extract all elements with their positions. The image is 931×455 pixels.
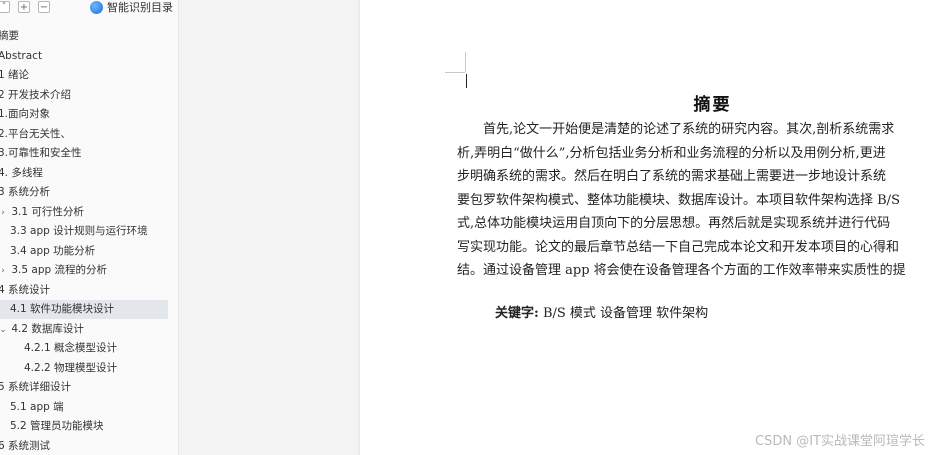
toc-item-label: 4 系统设计	[0, 283, 51, 296]
chevron-up-icon: ˆ	[1, 2, 7, 13]
toc-item-label: 5 系统详细设计	[0, 381, 72, 393]
toc-item[interactable]: › 3.1 可行性分析	[0, 203, 168, 222]
toc-item-label: 4.2 数据库设计	[11, 322, 84, 335]
toc-item[interactable]: 1.面向对象	[0, 105, 168, 124]
paragraph-line: 结。通过设备管理 app 将会使在设备管理各个方面的工作效率带来实质性的提	[457, 263, 906, 278]
toc-item-label: 4.2.1 概念模型设计	[24, 342, 118, 354]
toc-item[interactable]: 3 系统分析	[0, 183, 168, 202]
toc-item-label: 1.面向对象	[0, 108, 51, 120]
toc-item[interactable]: 2 开发技术介绍	[0, 86, 168, 105]
toc-item-label: 3.1 可行性分析	[11, 205, 84, 218]
toc-item-label: 摘要	[0, 30, 19, 42]
text-cursor	[466, 74, 467, 88]
keywords-text: B/S 模式 设备管理 软件架构	[538, 306, 709, 321]
paragraph-line: 步明确系统的需求。然后在明白了系统的需求基础上需要进一步地设计系统	[457, 169, 887, 184]
toc-item-label: 1 绪论	[0, 69, 30, 81]
toc-item[interactable]: 3.可靠性和安全性	[0, 144, 168, 163]
toc-item[interactable]: › 3.5 app 流程的分析	[0, 261, 168, 280]
toc-item[interactable]: 3.3 app 设计规则与运行环境	[0, 222, 168, 241]
toc-item-label: Abstract	[0, 49, 43, 62]
toc-item[interactable]: 4.1 软件功能模块设计	[0, 300, 168, 319]
plus-icon: +	[19, 2, 29, 13]
chevron-down-icon[interactable]: ⌄	[0, 321, 8, 340]
toc-item[interactable]: 4 系统设计	[0, 281, 168, 300]
toc-item-label: 3.5 app 流程的分析	[11, 264, 107, 276]
toc-item-label: 4.2.2 物理模型设计	[24, 361, 118, 374]
abstract-title: 摘要	[693, 95, 732, 115]
toc-item-label: 3.3 app 设计规则与运行环境	[10, 225, 148, 237]
paragraph-line: 析,弄明白“做什么”,分析包括业务分析和业务流程的分析以及用例分析,更进	[457, 145, 886, 161]
paragraph-line: 首先,论文一开始便是清楚的论述了系统的研究内容。其次,剖析系统需求	[457, 122, 895, 137]
paragraph-line: 式,总体功能模块运用自顶向下的分层思想。再然后就是实现系统并进行代码	[457, 216, 891, 231]
crop-mark-horizontal	[445, 72, 465, 73]
toc-item[interactable]: 摘要	[0, 27, 168, 46]
toc-item-label: 3.可靠性和安全性	[0, 147, 82, 159]
toc-item[interactable]: 4. 多线程	[0, 164, 168, 183]
toc-item-label: 3.4 app 功能分析	[10, 244, 96, 257]
document-gutter	[179, 0, 360, 455]
navigation-pane: ˆ + − 智能识别目录 摘要 Abstract 1 绪论 2 开发技术介绍 1.面向对…	[0, 0, 179, 455]
toc-item[interactable]: 1 绪论	[0, 66, 168, 85]
toc-item[interactable]: 5 系统详细设计	[0, 378, 168, 397]
chevron-right-icon[interactable]: ›	[0, 204, 8, 223]
keywords-line: 关键字: B/S 模式 设备管理 软件架构	[495, 302, 708, 321]
ai-icon	[90, 1, 103, 14]
toc-toolbar: ˆ + − 智能识别目录	[0, 0, 178, 17]
chevron-right-icon[interactable]: ›	[0, 262, 8, 281]
watermark: CSDN @IT实战课堂阿瑄学长	[755, 434, 925, 449]
toc-item-label: 4.1 软件功能模块设计	[10, 303, 115, 315]
toc-item-label: 3 系统分析	[0, 186, 51, 198]
expand-all-button[interactable]: +	[18, 1, 30, 13]
toc-item[interactable]: 6 系统测试	[0, 437, 168, 455]
document-page[interactable]: 摘要 首先,论文一开始便是清楚的论述了系统的研究内容。其次,剖析系统需求 析,弄明…	[360, 0, 931, 455]
crop-mark-vertical	[465, 52, 466, 72]
paragraph-line: 要包罗软件架构模式、整体功能模块、数据库设计。本项目软件架构选择 B/S	[457, 192, 900, 208]
smart-toc-button[interactable]: 智能识别目录	[90, 0, 173, 15]
minus-icon: −	[39, 2, 49, 13]
toc-item-label: 2.平台无关性、	[0, 127, 72, 140]
toc-item[interactable]: 5.2 管理员功能模块	[0, 417, 168, 436]
toc-item[interactable]: 4.2.1 概念模型设计	[0, 339, 168, 358]
toc-item-label: 2 开发技术介绍	[0, 88, 72, 101]
toc-item-label: 6 系统测试	[0, 439, 51, 452]
keywords-label: 关键字:	[495, 306, 539, 321]
toc-item[interactable]: 2.平台无关性、	[0, 125, 168, 144]
toc-item-label: 5.1 app 端	[10, 400, 64, 413]
toc-item-label: 4. 多线程	[0, 166, 43, 179]
toc-item[interactable]: Abstract	[0, 47, 168, 66]
toc-item[interactable]: 5.1 app 端	[0, 398, 168, 417]
paragraph-line: 写实现功能。论文的最后章节总结一下自己完成本论文和开发本项目的心得和	[457, 239, 900, 255]
toc-item-label: 5.2 管理员功能模块	[10, 420, 104, 432]
toc-item[interactable]: 3.4 app 功能分析	[0, 242, 168, 261]
collapse-button[interactable]: −	[38, 1, 50, 13]
smart-toc-label: 智能识别目录	[107, 1, 173, 14]
collapse-all-button[interactable]: ˆ	[0, 1, 10, 13]
toc-item[interactable]: 4.2.2 物理模型设计	[0, 359, 168, 378]
toc-item[interactable]: ⌄ 4.2 数据库设计	[0, 320, 168, 339]
